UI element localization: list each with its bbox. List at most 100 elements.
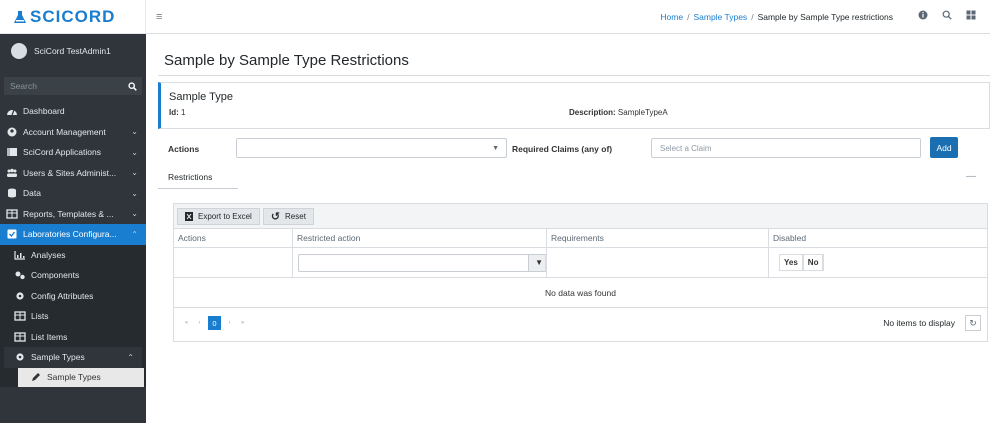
pager-next-button[interactable]: › (223, 316, 236, 330)
pager-current-page[interactable]: 0 (208, 316, 221, 330)
users-icon (7, 168, 17, 177)
search-icon[interactable] (128, 81, 137, 91)
components-icon (15, 271, 25, 280)
chart-icon (14, 250, 25, 260)
main-content: Sample by Sample Type Restrictions Sampl… (146, 35, 990, 423)
chevron-down-icon: ⌄ (131, 147, 138, 157)
column-header-restricted-action[interactable]: Restricted action (293, 229, 547, 247)
sidebar-item-account-management[interactable]: Account Management ⌄ (0, 122, 146, 143)
excel-icon (185, 211, 193, 221)
info-icon[interactable] (918, 10, 928, 20)
sidebar-item-sample-types-group[interactable]: Sample Types ⌃ (4, 347, 142, 368)
pager-last-button[interactable]: » (236, 316, 249, 330)
sidebar-item-lists[interactable]: Lists (0, 306, 146, 327)
collapse-icon[interactable]: — (966, 171, 976, 182)
chevron-down-icon: ⌄ (131, 209, 138, 219)
sample-type-description: Description: SampleTypeA (569, 108, 668, 117)
top-header: ≡ Home / Sample Types / Sample by Sample Typ… (146, 0, 990, 34)
pencil-icon (32, 373, 40, 381)
sidebar-item-reports-templates[interactable]: Reports, Templates & ... ⌄ (0, 204, 146, 225)
description-value: SampleTypeA (617, 108, 668, 117)
filter-yes-button[interactable]: Yes (779, 254, 803, 271)
tab-restrictions[interactable]: Restrictions (168, 172, 212, 182)
required-claims-label: Required Claims (any of) (512, 144, 613, 154)
pager-first-button[interactable]: « (180, 316, 193, 330)
add-button[interactable]: Add (930, 137, 958, 158)
tab-underline (158, 188, 238, 189)
chevron-down-icon: ⌄ (131, 188, 138, 198)
sidebar-item-label: Sample Types (31, 352, 85, 363)
filter-row: ▼ Yes No (174, 248, 987, 278)
sidebar-search[interactable]: Search (4, 77, 142, 95)
undo-icon: ↺ (270, 210, 281, 223)
sidebar-item-label: Sample Types (47, 372, 101, 382)
chevron-up-icon: ⌃ (131, 229, 138, 239)
sidebar-item-label: Laboratories Configura... (23, 229, 117, 240)
column-header-disabled[interactable]: Disabled (769, 229, 987, 247)
apps-grid-icon[interactable] (966, 10, 976, 20)
sidebar-item-list-items[interactable]: List Items (0, 327, 146, 348)
card-title: Sample Type (169, 91, 234, 103)
gear-icon (16, 353, 24, 361)
logo[interactable]: SCICORD (0, 0, 146, 34)
user-name: SciCord TestAdmin1 (34, 46, 111, 56)
claims-select[interactable]: Select a Claim (651, 138, 921, 158)
filter-no-button[interactable]: No (802, 254, 824, 271)
sidebar-item-dashboard[interactable]: Dashboard (0, 101, 146, 122)
id-label: Id: (169, 108, 179, 117)
sidebar-item-analyses[interactable]: Analyses (0, 245, 146, 266)
sidebar-item-label: Users & Sites Administ... (23, 167, 117, 178)
sample-type-card: Sample Type Id: 1 Description: SampleTyp… (158, 82, 990, 129)
hamburger-menu-icon[interactable]: ≡ (156, 11, 162, 23)
sidebar-item-laboratories-configuration[interactable]: Laboratories Configura... ⌃ (0, 224, 146, 245)
logo-text: SCICORD (30, 6, 116, 26)
restricted-action-filter-input[interactable] (298, 253, 530, 272)
sidebar-item-label: Reports, Templates & ... (23, 208, 114, 219)
pager: « ‹ 0 › » No items to display ↻ (174, 308, 987, 338)
sidebar-item-label: Components (31, 270, 80, 281)
reset-button[interactable]: ↺ Reset (262, 207, 314, 225)
filter-icon[interactable]: ▼ (528, 253, 546, 272)
sidebar-item-label: List Items (31, 331, 68, 342)
user-profile[interactable]: SciCord TestAdmin1 (0, 34, 146, 68)
sidebar-item-label: Lists (31, 311, 49, 322)
sample-type-id: Id: 1 (169, 108, 185, 117)
export-to-excel-button[interactable]: Export to Excel (177, 207, 260, 225)
empty-message: No data was found (174, 278, 987, 308)
page-title: Sample by Sample Type Restrictions (164, 52, 409, 69)
breadcrumb-sample-types[interactable]: Sample Types (693, 12, 747, 22)
sidebar-item-sample-types[interactable]: Sample Types (18, 367, 144, 387)
sidebar-item-scicord-applications[interactable]: SciCord Applications ⌄ (0, 142, 146, 163)
sidebar-item-components[interactable]: Components (0, 265, 146, 286)
tab-row: Restrictions — (158, 165, 990, 189)
sidebar-item-data[interactable]: Data ⌄ (0, 183, 146, 204)
breadcrumb: Home / Sample Types / Sample by Sample Type … (660, 12, 893, 22)
actions-select[interactable]: ▼ (236, 138, 507, 158)
filter-cell-requirements (547, 248, 769, 277)
sidebar-item-label: Config Attributes (31, 290, 94, 301)
breadcrumb-home[interactable]: Home (660, 12, 683, 22)
account-icon (7, 127, 17, 137)
reset-label: Reset (285, 211, 306, 221)
column-header-requirements[interactable]: Requirements (547, 229, 769, 247)
refresh-icon[interactable]: ↻ (965, 315, 981, 331)
table-icon (14, 332, 26, 342)
search-icon[interactable] (942, 10, 952, 20)
filter-cell-disabled: Yes No (769, 248, 987, 277)
breadcrumb-current: Sample by Sample Type restrictions (757, 12, 893, 22)
divider (158, 75, 990, 76)
sidebar-item-label: Data (23, 188, 41, 199)
search-input[interactable]: Search (10, 81, 37, 91)
restrictions-grid: Export to Excel ↺ Reset Actions Restrict… (173, 203, 988, 342)
table-icon (6, 209, 18, 219)
gear-icon (16, 292, 24, 300)
lab-icon (7, 229, 17, 239)
filter-cell-restricted-action: ▼ (293, 248, 547, 277)
column-header-actions[interactable]: Actions (174, 229, 293, 247)
pager-prev-button[interactable]: ‹ (193, 316, 206, 330)
chevron-down-icon: ⌄ (131, 168, 138, 178)
sidebar-item-config-attributes[interactable]: Config Attributes (0, 286, 146, 307)
sidebar-item-users-sites[interactable]: Users & Sites Administ... ⌄ (0, 163, 146, 184)
grid-header: Actions Restricted action Requirements D… (174, 229, 987, 248)
disabled-filter-toggle: Yes No (775, 254, 825, 271)
